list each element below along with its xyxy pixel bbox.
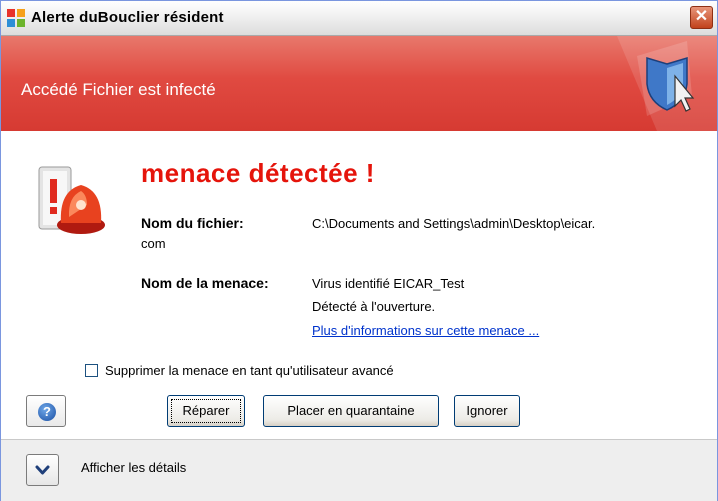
footer-bar: Afficher les détails	[1, 439, 717, 501]
threat-name-value: Virus identifié EICAR_Test	[312, 276, 465, 291]
title-bar[interactable]: Alerte duBouclier résident ✕	[1, 1, 717, 36]
show-details-button[interactable]	[26, 454, 59, 486]
alert-window: Alerte duBouclier résident ✕ Accédé Fich…	[0, 0, 718, 501]
ignore-button[interactable]: Ignorer	[454, 395, 520, 427]
banner-title: Accédé Fichier est infecté	[21, 80, 216, 99]
help-icon: ?	[38, 403, 56, 421]
alert-banner: Accédé Fichier est infecté	[1, 36, 717, 131]
repair-button[interactable]: Réparer	[167, 395, 245, 427]
close-icon: ✕	[694, 8, 709, 25]
close-button[interactable]: ✕	[690, 6, 713, 29]
alarm-siren-icon	[38, 166, 105, 234]
threat-headline: menace détectée !	[141, 158, 375, 188]
threat-name-label: Nom de la menace:	[141, 275, 269, 291]
alert-content: menace détectée ! Nom du fichier: C:\Doc…	[1, 131, 717, 431]
chevron-down-icon	[35, 465, 50, 475]
avg-logo-icon	[7, 9, 25, 27]
advanced-user-checkbox[interactable]	[85, 364, 98, 377]
advanced-user-label[interactable]: Supprimer la menace en tant qu'utilisate…	[105, 363, 394, 378]
shield-cursor-icon	[617, 36, 717, 131]
detection-context: Détecté à l'ouverture.	[312, 299, 436, 314]
file-name-label: Nom du fichier:	[141, 215, 244, 231]
file-name-value-continuation: com	[141, 236, 166, 251]
help-button[interactable]: ?	[26, 395, 66, 427]
window-title: Alerte duBouclier résident	[31, 9, 224, 26]
show-details-label[interactable]: Afficher les détails	[81, 460, 186, 475]
file-name-value: C:\Documents and Settings\admin\Desktop\…	[312, 216, 596, 231]
more-info-link[interactable]: Plus d'informations sur cette menace ...	[312, 323, 539, 338]
quarantine-button[interactable]: Placer en quarantaine	[263, 395, 439, 427]
